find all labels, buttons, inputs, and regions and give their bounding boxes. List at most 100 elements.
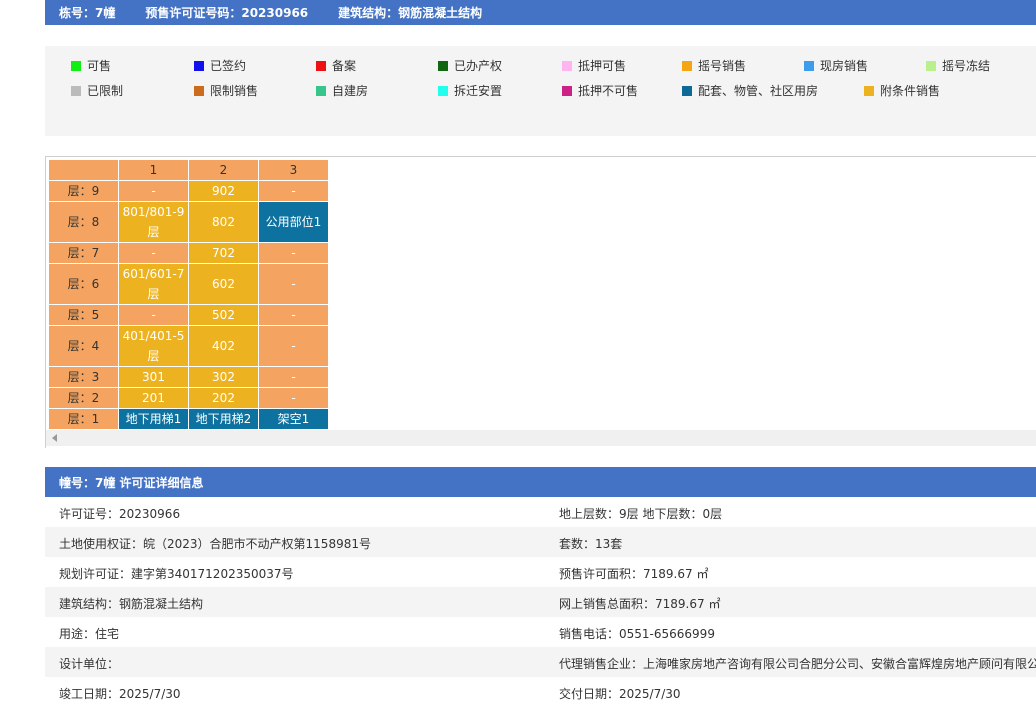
legend-item: 限制销售 — [194, 82, 258, 99]
permit-detail-title: 幢号：7幢 许可证详细信息 — [45, 467, 1036, 497]
unit-cell[interactable]: 702 — [188, 242, 259, 264]
legend-item: 已限制 — [71, 82, 123, 99]
unit-cell[interactable]: 402 — [188, 325, 259, 367]
legend-swatch — [682, 60, 692, 71]
unit-cell[interactable]: 301 — [118, 366, 189, 388]
unit-cell: - — [118, 180, 189, 202]
unit-cell[interactable]: 302 — [188, 366, 259, 388]
legend-swatch — [438, 60, 448, 71]
scroll-left-arrow-icon[interactable] — [52, 434, 57, 442]
unit-cell[interactable]: 502 — [188, 304, 259, 326]
detail-field-left: 设计单位： — [59, 657, 120, 671]
unit-cell[interactable]: 602 — [188, 263, 259, 305]
floor-label: 层：8 — [48, 201, 119, 243]
unit-cell[interactable]: 802 — [188, 201, 259, 243]
unit-cell: - — [258, 387, 329, 409]
detail-field-right: 代理销售企业：上海唯家房地产咨询有限公司合肥分公司、安徽合富辉煌房地产顾问有限公… — [559, 657, 1036, 671]
legend-label: 已办产权 — [454, 59, 503, 73]
permit-detail-row: 许可证号：20230966 地上层数：9层 地下层数：0层 — [45, 497, 1036, 527]
unit-cell[interactable]: 202 — [188, 387, 259, 409]
unit-cell[interactable]: 地下用梯1 — [118, 408, 189, 430]
unit-cell: - — [118, 242, 189, 264]
legend-label: 可售 — [87, 59, 112, 73]
building-header-bar: 栋号：7幢 预售许可证号码：20230966 建筑结构：钢筋混凝土结构 — [45, 0, 1036, 25]
legend-item: 拆迁安置 — [438, 82, 502, 99]
legend-swatch — [562, 60, 572, 71]
floor-row: 层：1 地下用梯1 地下用梯2 架空1 — [48, 408, 329, 430]
unit-cell[interactable]: 公用部位1 — [258, 201, 329, 243]
legend-swatch — [926, 60, 936, 71]
detail-field-right: 地上层数：9层 地下层数：0层 — [559, 507, 723, 521]
unit-cell: - — [258, 180, 329, 202]
grid-header-row: 123 — [48, 159, 329, 181]
legend-item: 摇号冻结 — [926, 57, 990, 74]
grid-column-header: 2 — [188, 159, 259, 181]
legend-item: 抵押不可售 — [562, 82, 638, 99]
detail-field-left: 用途：住宅 — [59, 627, 120, 641]
legend-swatch — [438, 85, 448, 96]
unit-cell[interactable]: 601/601-7 层 — [118, 263, 189, 305]
grid-column-header — [48, 159, 119, 181]
floor-row: 层：8 801/801-9 层 802 公用部位1 — [48, 201, 329, 243]
legend-item: 现房销售 — [804, 57, 868, 74]
grid-column-header: 1 — [118, 159, 189, 181]
legend-swatch — [194, 60, 204, 71]
detail-field-right: 销售电话：0551-65666999 — [559, 627, 715, 641]
legend-swatch — [194, 85, 204, 96]
legend-label: 配套、物管、社区用房 — [698, 84, 819, 98]
unit-cell[interactable]: 801/801-9 层 — [118, 201, 189, 243]
unit-cell[interactable]: 401/401-5 层 — [118, 325, 189, 367]
legend-label: 备案 — [332, 59, 357, 73]
floor-row: 层：4 401/401-5 层 402- — [48, 325, 329, 367]
legend-label: 抵押不可售 — [578, 84, 639, 98]
floor-label: 层：1 — [48, 408, 119, 430]
permit-detail-row: 建筑结构：钢筋混凝土结构 网上销售总面积：7189.67 ㎡ — [45, 587, 1036, 617]
legend-swatch — [71, 60, 81, 71]
unit-cell[interactable]: 201 — [118, 387, 189, 409]
detail-field-right: 预售许可面积：7189.67 ㎡ — [559, 567, 709, 581]
unit-cell[interactable]: 地下用梯2 — [188, 408, 259, 430]
detail-field-left: 竣工日期：2025/7/30 — [59, 687, 181, 701]
detail-field-left: 规划许可证：建字第340171202350037号 — [59, 567, 294, 581]
unit-cell: - — [258, 366, 329, 388]
legend-item: 附条件销售 — [864, 82, 940, 99]
legend-swatch — [864, 85, 874, 96]
unit-cell: - — [118, 304, 189, 326]
unit-cell[interactable]: 架空1 — [258, 408, 329, 430]
unit-grid-table: 1 2 3 层：9-902- 层：8 801/801-9 层 802 公用部位1 层：7-702… — [48, 159, 329, 430]
horizontal-scrollbar[interactable] — [46, 430, 1036, 446]
permit-detail-row: 土地使用权证：皖（2023）合肥市不动产权第1158981号 套数：13套 — [45, 527, 1036, 557]
legend-item: 摇号销售 — [682, 57, 746, 74]
legend-swatch — [804, 60, 814, 71]
floor-row: 层：2 201 202- — [48, 387, 329, 409]
building-structure: 建筑结构：钢筋混凝土结构 — [338, 6, 483, 20]
legend-label: 限制销售 — [210, 84, 259, 98]
floor-row: 层：3 301 302- — [48, 366, 329, 388]
legend-label: 已限制 — [87, 84, 124, 98]
detail-field-left: 土地使用权证：皖（2023）合肥市不动产权第1158981号 — [59, 537, 371, 551]
unit-cell: - — [258, 263, 329, 305]
legend-label: 摇号销售 — [698, 59, 747, 73]
legend-item: 自建房 — [316, 82, 368, 99]
detail-field-right: 网上销售总面积：7189.67 ㎡ — [559, 597, 721, 611]
floor-row: 层：7-702- — [48, 242, 329, 264]
floor-label: 层：9 — [48, 180, 119, 202]
legend-swatch — [316, 85, 326, 96]
unit-cell[interactable]: 902 — [188, 180, 259, 202]
legend-label: 自建房 — [332, 84, 369, 98]
legend-item: 已签约 — [194, 57, 246, 74]
status-legend: 可售 已签约 备案 已办产权 抵押可售 摇号销售 现房销售 摇号冻结 已限制 限制销售 自建房 拆迁… — [45, 46, 1036, 136]
grid-column-header: 3 — [258, 159, 329, 181]
legend-item: 备案 — [316, 57, 356, 74]
floor-label: 层：6 — [48, 263, 119, 305]
floor-row: 层：5-502- — [48, 304, 329, 326]
floor-row: 层：9-902- — [48, 180, 329, 202]
legend-item: 已办产权 — [438, 57, 502, 74]
detail-field-left: 许可证号：20230966 — [59, 507, 181, 521]
permit-detail-row: 用途：住宅 销售电话：0551-65666999 — [45, 617, 1036, 647]
legend-label: 抵押可售 — [578, 59, 627, 73]
detail-field-left: 建筑结构：钢筋混凝土结构 — [59, 597, 204, 611]
floor-label: 层：5 — [48, 304, 119, 326]
floor-label: 层：3 — [48, 366, 119, 388]
floor-label: 层：7 — [48, 242, 119, 264]
